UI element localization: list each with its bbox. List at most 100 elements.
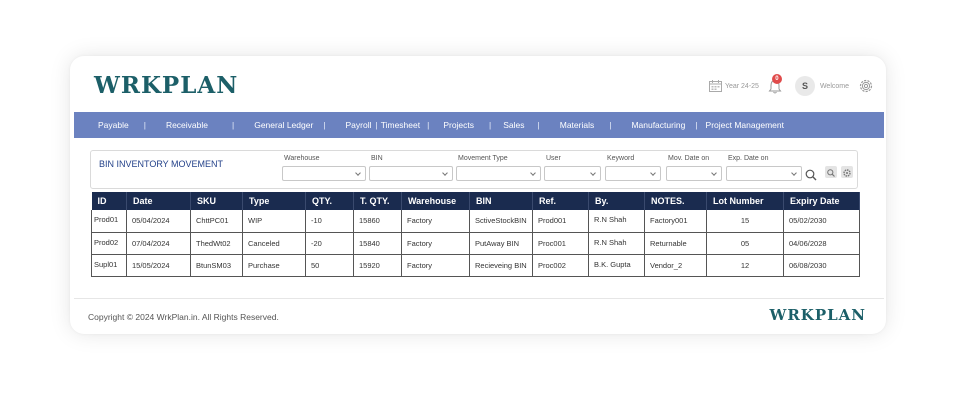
user-filter: User xyxy=(544,155,601,181)
nav-item-project-management[interactable]: Project Management xyxy=(706,120,784,130)
inventory-table: ID Date SKU Type QTY. T. QTY. Warehouse … xyxy=(91,192,860,277)
brand-logo: WRKPLAN xyxy=(94,72,239,99)
nav-item-materials[interactable]: Materials xyxy=(560,120,594,130)
cell-type: WIP xyxy=(242,210,306,233)
notifications-button[interactable]: 0 xyxy=(767,74,783,95)
cell-total-qty: 15920 xyxy=(353,254,402,277)
nav-separator: | xyxy=(143,120,146,130)
cell-ref: Prod001 xyxy=(532,210,589,233)
mov-date-label: Mov. Date on xyxy=(668,155,710,162)
col-date[interactable]: Date xyxy=(126,192,191,210)
nav-separator: | xyxy=(609,120,612,130)
nav-item-timesheet[interactable]: Timesheet xyxy=(381,120,420,130)
exp-date-select[interactable] xyxy=(726,166,802,181)
keyword-filter: Keyword xyxy=(605,155,661,181)
col-type[interactable]: Type xyxy=(242,192,306,210)
cell-notes: Factory001 xyxy=(644,210,707,233)
table-row[interactable]: Supl01 15/05/2024 BtunSM03 Purchase 50 1… xyxy=(91,254,860,277)
user-label: User xyxy=(546,155,561,162)
col-bin[interactable]: BIN xyxy=(469,192,533,210)
gear-icon[interactable] xyxy=(858,78,874,94)
col-ref[interactable]: Ref. xyxy=(532,192,589,210)
cell-id: Supl01 xyxy=(91,254,127,277)
cell-bin: Recieveing BIN xyxy=(469,254,533,277)
mov-date-select[interactable] xyxy=(666,166,722,181)
col-total-qty[interactable]: T. QTY. xyxy=(353,192,402,210)
year-selector[interactable]: Year 24-25 xyxy=(708,80,759,92)
welcome-label: Welcome xyxy=(819,82,849,90)
search-icon[interactable] xyxy=(805,169,817,181)
user-select[interactable] xyxy=(544,166,601,181)
cell-expiry-date: 04/06/2028 xyxy=(783,232,860,255)
nav-item-payable[interactable]: Payable xyxy=(98,120,129,130)
nav-item-sales[interactable]: Sales xyxy=(503,120,524,130)
movement-type-filter: Movement Type xyxy=(456,155,541,181)
nav-item-projects[interactable]: Projects xyxy=(443,120,474,130)
cell-date: 07/04/2024 xyxy=(126,232,191,255)
cell-notes: Returnable xyxy=(644,232,707,255)
exp-date-filter: Exp. Date on xyxy=(726,155,802,181)
col-notes[interactable]: NOTES. xyxy=(644,192,707,210)
filter-panel: BIN INVENTORY MOVEMENT Warehouse BIN Mov… xyxy=(90,150,858,189)
cell-sku: ChttPC01 xyxy=(190,210,243,233)
bin-filter: BIN xyxy=(369,155,453,181)
cell-by: B.K. Gupta xyxy=(588,254,645,277)
nav-separator: | xyxy=(695,120,698,130)
year-label: Year 24-25 xyxy=(724,82,759,90)
cell-total-qty: 15840 xyxy=(353,232,402,255)
nav-item-payroll[interactable]: Payroll xyxy=(346,120,372,130)
exp-date-label: Exp. Date on xyxy=(728,155,769,162)
table-row[interactable]: Prod02 07/04/2024 ThedWt02 Canceled -20 … xyxy=(91,232,860,255)
cell-by: R.N Shah xyxy=(588,210,645,233)
mov-date-filter: Mov. Date on xyxy=(666,155,722,181)
bin-label: BIN xyxy=(371,155,383,162)
nav-separator: | xyxy=(323,120,326,130)
cell-lot-number: 12 xyxy=(706,254,784,277)
nav-item-general-ledger[interactable]: General Ledger xyxy=(254,120,313,130)
keyword-select[interactable] xyxy=(605,166,661,181)
col-id[interactable]: ID xyxy=(91,192,127,210)
movement-type-label: Movement Type xyxy=(458,155,508,162)
col-lot-number[interactable]: Lot Number xyxy=(706,192,784,210)
cell-date: 15/05/2024 xyxy=(126,254,191,277)
cell-total-qty: 15860 xyxy=(353,210,402,233)
col-sku[interactable]: SKU xyxy=(190,192,243,210)
cell-by: R.N Shah xyxy=(588,232,645,255)
nav-separator: | xyxy=(232,120,235,130)
cell-expiry-date: 05/02/2030 xyxy=(783,210,860,233)
col-qty[interactable]: QTY. xyxy=(305,192,354,210)
cell-sku: BtunSM03 xyxy=(190,254,243,277)
bin-select[interactable] xyxy=(369,166,453,181)
nav-separator: | xyxy=(489,120,492,130)
footer-divider xyxy=(74,298,884,299)
table-row[interactable]: Prod01 05/04/2024 ChttPC01 WIP -10 15860… xyxy=(91,210,860,233)
main-nav: Payable | Receivable | General Ledger | … xyxy=(74,112,884,138)
copyright-text: Copyright © 2024 WrkPlan.in. All Rights … xyxy=(88,312,279,322)
warehouse-label: Warehouse xyxy=(284,155,320,162)
cell-date: 05/04/2024 xyxy=(126,210,191,233)
cell-expiry-date: 06/08/2030 xyxy=(783,254,860,277)
zoom-icon xyxy=(827,169,835,177)
nav-item-manufacturing[interactable]: Manufacturing xyxy=(631,120,685,130)
app-card: WRKPLAN Year 24-25 0 S Welcome Payable |… xyxy=(70,56,886,334)
warehouse-filter: Warehouse xyxy=(282,155,366,181)
avatar[interactable]: S xyxy=(794,76,815,96)
settings-icon xyxy=(843,169,851,177)
nav-item-receivable[interactable]: Receivable xyxy=(166,120,208,130)
nav-separator: | xyxy=(375,120,378,130)
col-expiry-date[interactable]: Expiry Date xyxy=(783,192,860,210)
zoom-button[interactable] xyxy=(825,166,837,178)
cell-warehouse: Factory xyxy=(401,210,470,233)
col-by[interactable]: By. xyxy=(588,192,645,210)
cell-qty: -20 xyxy=(305,232,354,255)
settings-button[interactable] xyxy=(841,166,853,178)
calendar-icon xyxy=(708,80,722,92)
movement-type-select[interactable] xyxy=(456,166,541,181)
col-warehouse[interactable]: Warehouse xyxy=(401,192,470,210)
cell-qty: 50 xyxy=(305,254,354,277)
notification-badge: 0 xyxy=(771,74,782,84)
warehouse-select[interactable] xyxy=(282,166,366,181)
header-actions: Year 24-25 0 S Welcome xyxy=(708,74,874,96)
nav-separator: | xyxy=(537,120,540,130)
cell-ref: Proc002 xyxy=(532,254,589,277)
